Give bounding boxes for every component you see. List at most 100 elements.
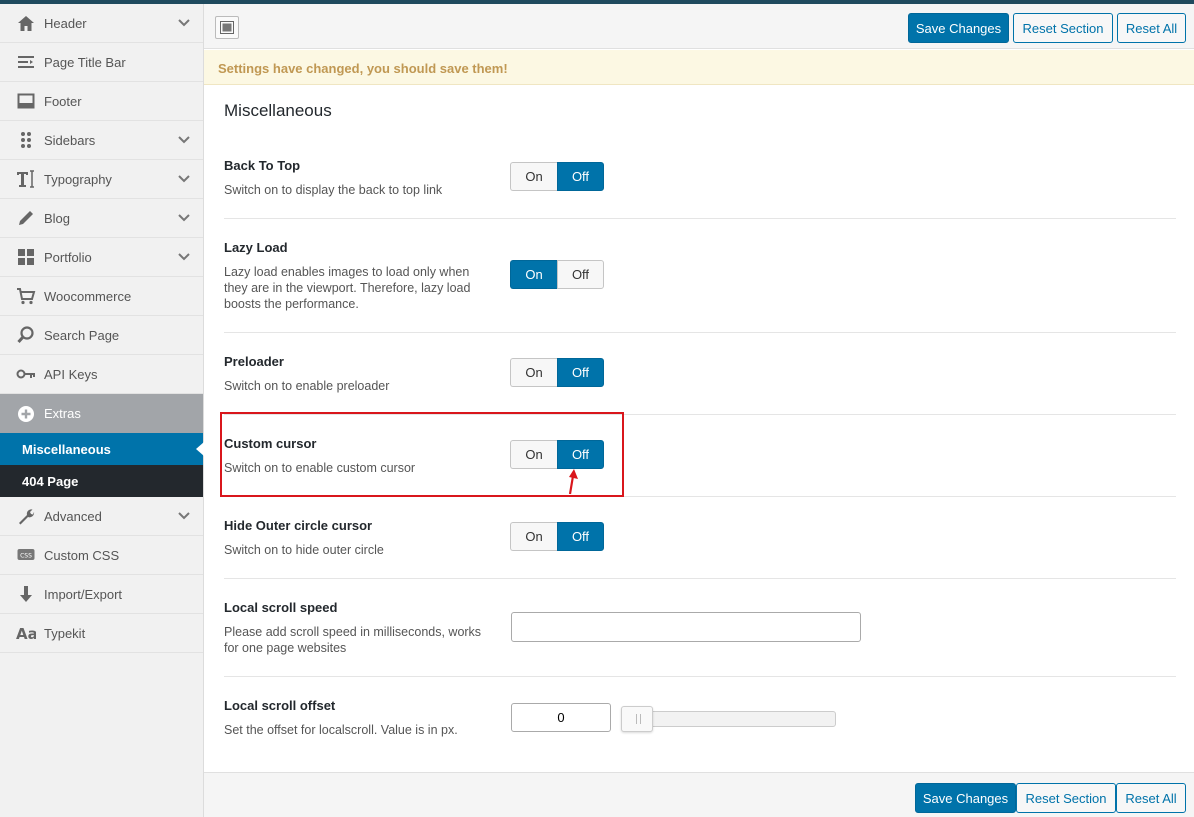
switch-on-button[interactable]: On <box>510 260 557 289</box>
sidebar-item-label: Search Page <box>44 327 120 343</box>
switch-on-button[interactable]: On <box>510 522 557 551</box>
sidebars-icon <box>16 130 36 150</box>
home-icon <box>16 13 36 33</box>
red-arrow-icon <box>568 469 578 495</box>
sidebar-item-label: Typography <box>44 171 112 187</box>
setting-description: Switch on to enable preloader <box>224 379 390 393</box>
chevron-down-icon[interactable] <box>177 509 191 523</box>
sidebar-item-label: Footer <box>44 93 82 109</box>
wrench-icon <box>16 506 36 526</box>
sidebar-item-typekit[interactable]: Aa Typekit <box>0 614 203 653</box>
expand-options-button[interactable] <box>215 16 239 39</box>
sidebar-item-typography[interactable]: Typography <box>0 160 203 199</box>
font-aa-icon: Aa <box>16 623 36 643</box>
key-icon <box>16 364 36 384</box>
switch-on-button[interactable]: On <box>510 162 557 191</box>
sidebar-item-advanced[interactable]: Advanced <box>0 497 203 536</box>
reset-section-button[interactable]: Reset Section <box>1013 13 1113 43</box>
options-sidebar: Header Page Title Bar Footer Sidebars Ty… <box>0 4 204 817</box>
sidebar-item-extras[interactable]: Extras <box>0 394 203 433</box>
setting-row-back-to-top: Back To Top Switch on to display the bac… <box>224 140 1176 219</box>
reset-all-button[interactable]: Reset All <box>1116 783 1186 813</box>
scroll-offset-slider[interactable] <box>621 706 836 732</box>
reset-section-button[interactable]: Reset Section <box>1016 783 1116 813</box>
chevron-down-icon[interactable] <box>177 172 191 186</box>
setting-title: Local scroll offset <box>224 698 336 713</box>
setting-row-hide-outer-circle: Hide Outer circle cursor Switch on to hi… <box>224 497 1176 579</box>
switch-off-button[interactable]: Off <box>557 522 604 551</box>
sidebar-item-sidebars[interactable]: Sidebars <box>0 121 203 160</box>
sidebar-item-header[interactable]: Header <box>0 4 203 43</box>
sidebar-item-label: Advanced <box>44 508 102 524</box>
setting-description: Please add scroll speed in milliseconds,… <box>224 625 482 655</box>
sidebar-item-blog[interactable]: Blog <box>0 199 203 238</box>
sidebar-item-custom-css[interactable]: CSS Custom CSS <box>0 536 203 575</box>
expand-icon <box>220 21 234 34</box>
switch-on-button[interactable]: On <box>510 358 557 387</box>
save-changes-button[interactable]: Save Changes <box>915 783 1016 813</box>
svg-text:Aa: Aa <box>16 625 36 641</box>
sidebar-item-label: Custom CSS <box>44 547 120 563</box>
typography-icon <box>16 169 36 189</box>
setting-title: Local scroll speed <box>224 600 338 615</box>
settings-changed-notice: Settings have changed, you should save t… <box>204 50 1194 85</box>
sidebar-item-label: Sidebars <box>44 132 96 148</box>
setting-row-local-scroll-speed: Local scroll speed Please add scroll spe… <box>224 579 1176 677</box>
setting-description: Switch on to hide outer circle <box>224 543 384 557</box>
chevron-down-icon[interactable] <box>177 250 191 264</box>
footer-icon <box>16 91 36 111</box>
setting-title: Preloader <box>224 354 284 369</box>
sidebar-subitem-404-page[interactable]: 404 Page <box>0 465 203 497</box>
sidebar-item-label: Extras <box>44 406 81 421</box>
chevron-down-icon[interactable] <box>177 16 191 30</box>
pencil-icon <box>16 208 36 228</box>
reset-all-button[interactable]: Reset All <box>1117 13 1186 43</box>
scroll-offset-input[interactable] <box>511 703 611 732</box>
chevron-down-icon[interactable] <box>177 133 191 147</box>
sidebar-item-woocommerce[interactable]: Woocommerce <box>0 277 203 316</box>
sidebar-item-label: Import/Export <box>44 586 123 602</box>
sidebar-item-label: Portfolio <box>44 249 92 265</box>
sidebar-item-search-page[interactable]: Search Page <box>0 316 203 355</box>
top-toolbar: Save Changes Reset Section Reset All <box>204 4 1194 49</box>
grid-icon <box>16 247 36 267</box>
sidebar-item-label: Typekit <box>44 625 86 641</box>
cart-icon <box>16 286 36 306</box>
svg-text:CSS: CSS <box>20 553 32 560</box>
preloader-switch: On Off <box>510 358 605 387</box>
hide-outer-circle-switch: On Off <box>510 522 605 551</box>
setting-title: Lazy Load <box>224 240 288 255</box>
sidebar-item-label: Page Title Bar <box>44 54 126 70</box>
scroll-speed-input[interactable] <box>511 612 861 642</box>
sidebar-item-label: Miscellaneous <box>22 441 111 457</box>
title-bar-icon <box>16 52 36 72</box>
sidebar-item-api-keys[interactable]: API Keys <box>0 355 203 394</box>
download-arrow-icon <box>16 584 36 604</box>
sidebar-item-label: Woocommerce <box>44 288 132 304</box>
setting-description: Set the offset for localscroll. Value is… <box>224 723 458 737</box>
switch-off-button[interactable]: Off <box>557 162 604 191</box>
setting-description: Switch on to display the back to top lin… <box>224 183 443 197</box>
bottom-toolbar: Save Changes Reset Section Reset All <box>204 772 1194 817</box>
setting-title: Back To Top <box>224 158 301 173</box>
setting-row-preloader: Preloader Switch on to enable preloader … <box>224 333 1176 415</box>
setting-row-local-scroll-offset: Local scroll offset Set the offset for l… <box>224 677 1176 772</box>
switch-off-button[interactable]: Off <box>557 358 604 387</box>
sidebar-item-page-title-bar[interactable]: Page Title Bar <box>0 43 203 82</box>
section-title: Miscellaneous <box>224 101 332 120</box>
switch-off-button[interactable]: Off <box>557 260 604 289</box>
save-changes-button[interactable]: Save Changes <box>908 13 1009 43</box>
css-icon: CSS <box>16 545 36 565</box>
sidebar-subitem-miscellaneous[interactable]: Miscellaneous <box>0 433 204 465</box>
sidebar-item-import-export[interactable]: Import/Export <box>0 575 203 614</box>
sidebar-item-footer[interactable]: Footer <box>0 82 203 121</box>
sidebar-item-label: 404 Page <box>22 473 79 489</box>
setting-description: Lazy load enables images to load only wh… <box>224 265 471 311</box>
plus-circle-icon <box>16 404 36 424</box>
chevron-down-icon[interactable] <box>177 211 191 225</box>
sidebar-item-label: Header <box>44 15 87 31</box>
sidebar-item-label: Blog <box>44 210 71 226</box>
lazy-load-switch: On Off <box>510 260 605 289</box>
slider-handle[interactable] <box>621 706 653 732</box>
sidebar-item-portfolio[interactable]: Portfolio <box>0 238 203 277</box>
